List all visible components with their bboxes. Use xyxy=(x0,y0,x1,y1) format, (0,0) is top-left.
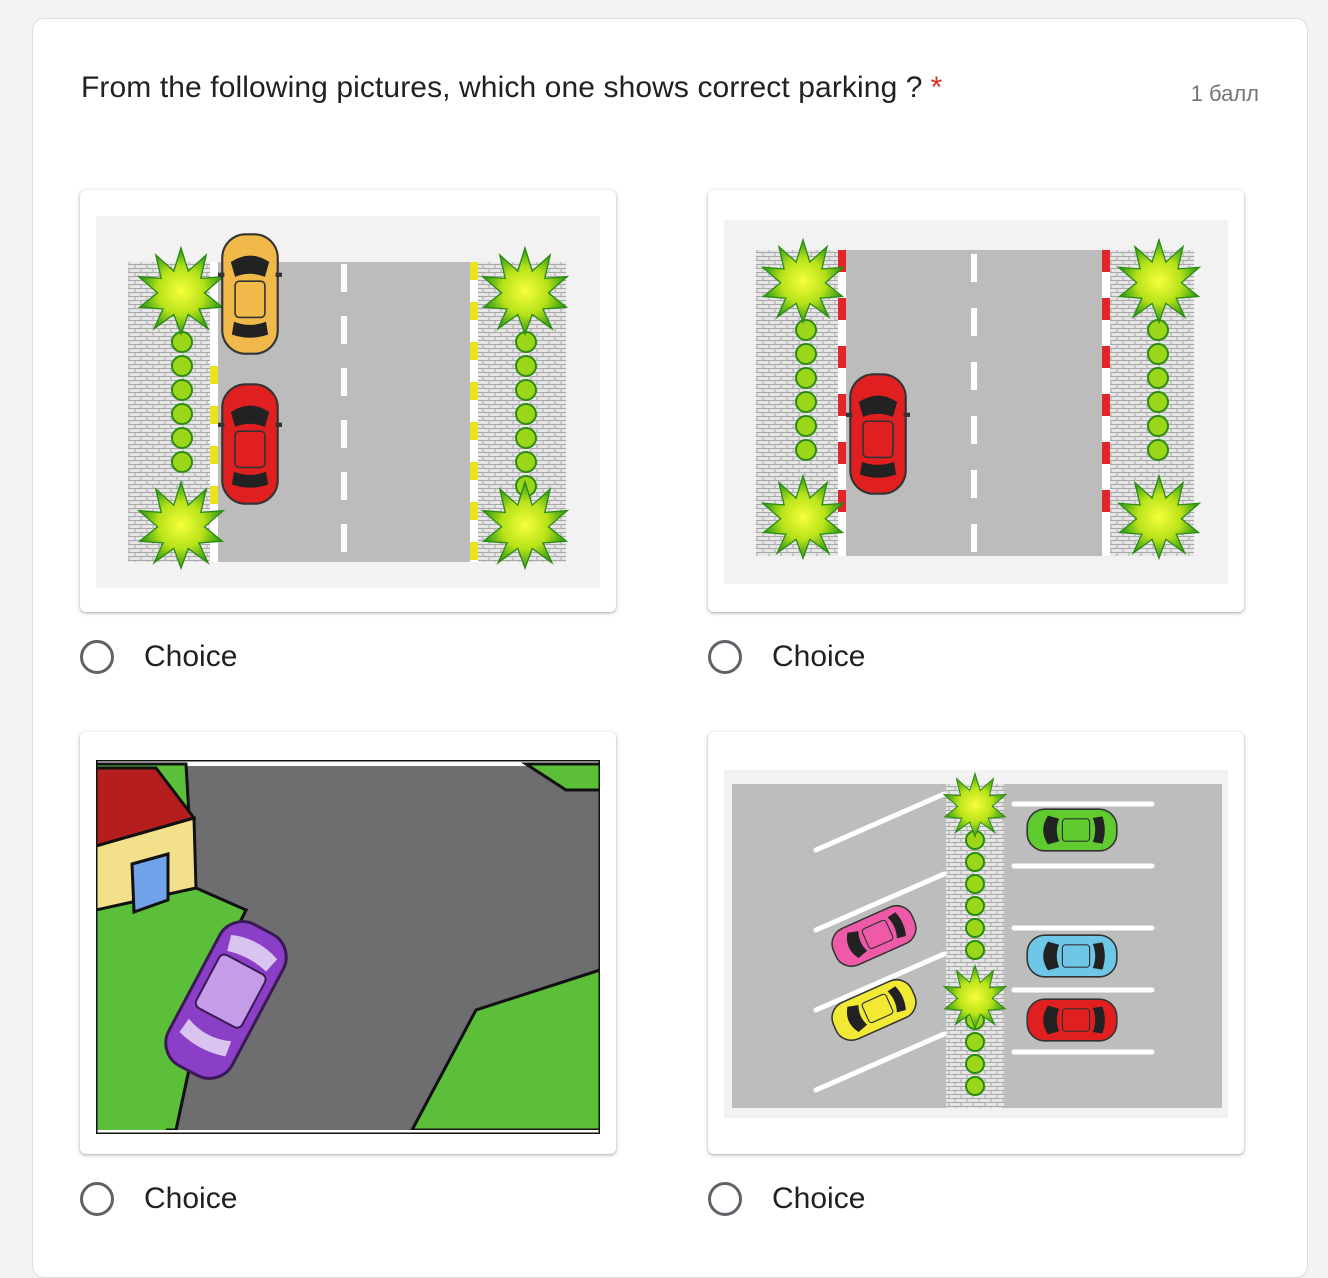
red-white-curb-parking-picture xyxy=(724,220,1228,584)
points-label: 1 балл xyxy=(1190,81,1259,106)
choice-option-2[interactable]: Choice xyxy=(708,635,865,679)
option-image-frame-2 xyxy=(708,190,1244,612)
option-image-frame-3 xyxy=(80,732,616,1154)
parking-lot-picture xyxy=(724,770,1228,1118)
option-image-frame-1 xyxy=(80,190,616,612)
radio-button-3[interactable] xyxy=(80,1182,114,1216)
required-asterisk: * xyxy=(930,71,943,104)
question-title: From the following pictures, which one s… xyxy=(81,71,942,105)
radio-button-1[interactable] xyxy=(80,640,114,674)
choice-option-4[interactable]: Choice xyxy=(708,1177,865,1221)
choice-label-4: Choice xyxy=(772,1182,866,1215)
choice-label-3: Choice xyxy=(144,1182,238,1215)
house-corner-parking-picture xyxy=(96,760,600,1134)
choice-option-1[interactable]: Choice xyxy=(80,635,237,679)
radio-button-4[interactable] xyxy=(708,1182,742,1216)
choice-label-1: Choice xyxy=(144,640,238,673)
choice-option-3[interactable]: Choice xyxy=(80,1177,237,1221)
radio-button-2[interactable] xyxy=(708,640,742,674)
choice-label-2: Choice xyxy=(772,640,866,673)
option-image-frame-4 xyxy=(708,732,1244,1154)
parallel-parking-picture xyxy=(96,216,600,588)
question-text: From the following pictures, which one s… xyxy=(81,71,923,104)
